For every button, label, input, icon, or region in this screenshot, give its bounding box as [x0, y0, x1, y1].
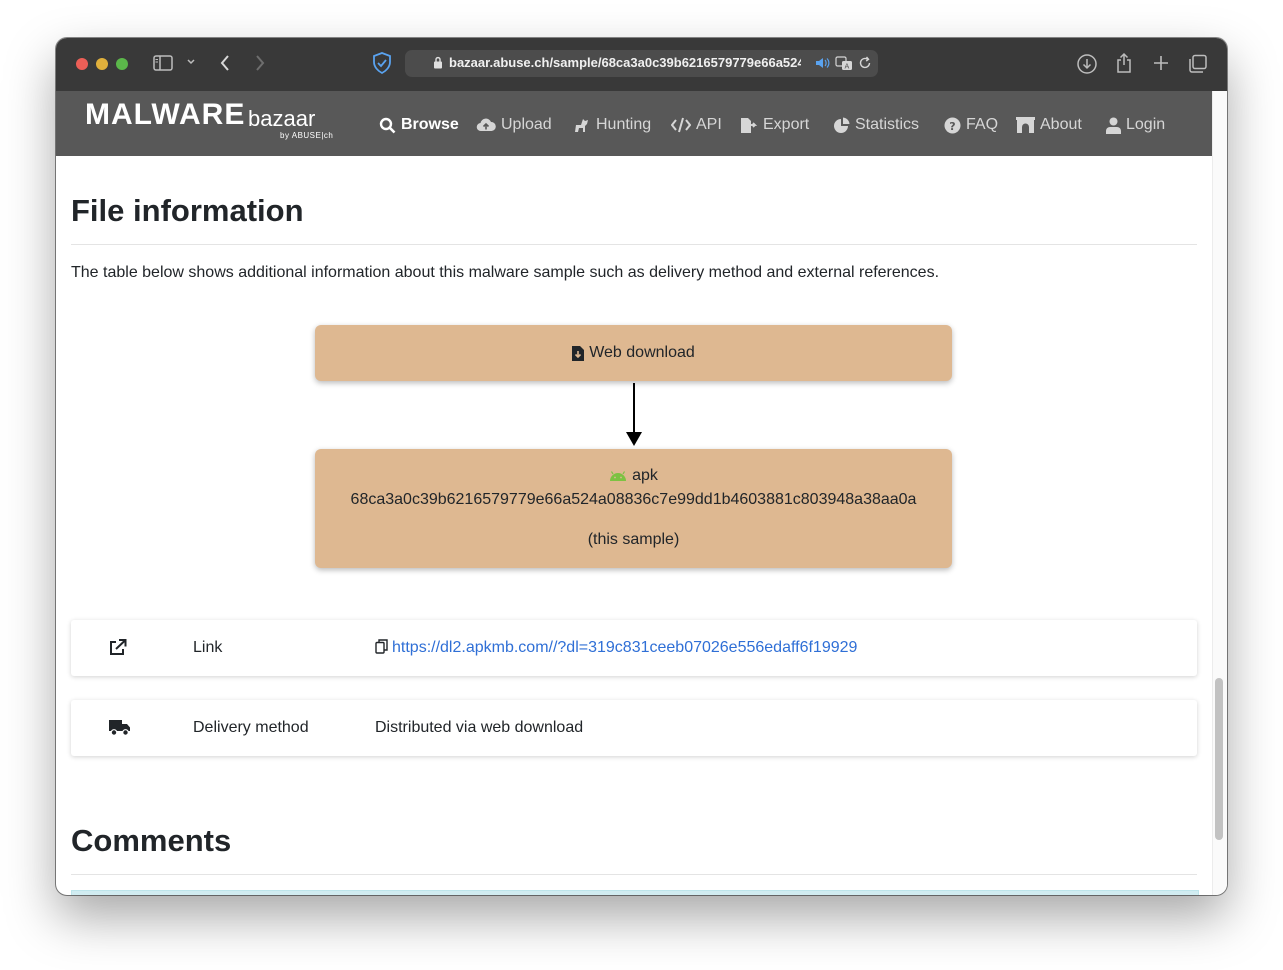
flow-arrow-line	[633, 383, 635, 435]
nav-about-label: About	[1040, 116, 1082, 133]
nav-browse-label: Browse	[401, 116, 459, 133]
browser-toolbar: bazaar.abuse.ch/sample/68ca3a0c39b621657…	[56, 38, 1227, 91]
site-header: MALWARE bazaar by ABUSE|ch Browse Upload…	[56, 91, 1212, 156]
sample-link[interactable]: https://dl2.apkmb.com//?dl=319c831ceeb07…	[392, 639, 857, 656]
nav-upload-label: Upload	[501, 116, 552, 133]
android-icon	[610, 470, 627, 481]
nav-browse[interactable]: Browse	[379, 114, 459, 136]
scrollbar-thumb[interactable]	[1215, 678, 1223, 840]
chevron-down-icon[interactable]	[186, 58, 196, 66]
pie-chart-icon	[834, 117, 850, 133]
info-row-delivery-method: Delivery method Distributed via web down…	[71, 700, 1197, 756]
info-row-label: Delivery method	[193, 719, 309, 736]
comments-alert	[71, 890, 1199, 895]
archway-icon	[1016, 117, 1035, 133]
divider	[71, 244, 1197, 245]
nav-faq[interactable]: ? FAQ	[944, 114, 998, 136]
nav-statistics[interactable]: Statistics	[833, 114, 919, 136]
flow-sample-type: apk	[632, 467, 658, 484]
flow-sample-note: (this sample)	[587, 531, 680, 548]
info-row-value: Distributed via web download	[375, 719, 584, 736]
info-row-link: Link https://dl2.apkmb.com//?dl=319c831c…	[71, 620, 1197, 676]
download-icon[interactable]	[1076, 53, 1098, 75]
comments-heading: Comments	[71, 823, 232, 858]
nav-export-label: Export	[763, 116, 810, 133]
plus-icon[interactable]	[1152, 54, 1170, 72]
reload-icon[interactable]	[858, 56, 872, 70]
svg-text:?: ?	[949, 120, 955, 133]
sidebar-icon[interactable]	[153, 55, 173, 71]
flow-source-label: Web download	[589, 344, 695, 361]
flow-arrow-head	[626, 432, 642, 446]
tabs-icon[interactable]	[1188, 54, 1208, 74]
browser-window: bazaar.abuse.ch/sample/68ca3a0c39b621657…	[56, 38, 1227, 895]
url-text: bazaar.abuse.ch/sample/68ca3a0c39b621657…	[449, 55, 801, 70]
nav-login[interactable]: Login	[1106, 114, 1165, 136]
info-row-label: Link	[193, 639, 223, 656]
back-icon[interactable]	[219, 54, 231, 72]
forward-icon[interactable]	[254, 54, 266, 72]
minimize-window-button[interactable]	[96, 58, 108, 70]
truck-icon	[109, 719, 131, 741]
nav-statistics-label: Statistics	[855, 116, 920, 133]
lock-icon	[433, 56, 443, 69]
nav-faq-label: FAQ	[966, 116, 999, 133]
nav-login-label: Login	[1126, 116, 1166, 133]
svg-text:A: A	[845, 63, 850, 71]
flow-sample-hash: 68ca3a0c39b6216579779e66a524a08836c7e99d…	[350, 491, 917, 508]
info-row-value: https://dl2.apkmb.com//?dl=319c831ceeb07…	[375, 639, 857, 657]
translate-icon[interactable]: A	[835, 56, 853, 71]
user-icon	[1106, 117, 1121, 134]
flow-sample-node: apk 68ca3a0c39b6216579779e66a524a08836c7…	[315, 449, 952, 568]
code-icon	[671, 117, 691, 133]
logo-main-text[interactable]: MALWARE	[85, 98, 245, 132]
address-bar[interactable]: bazaar.abuse.ch/sample/68ca3a0c39b621657…	[405, 50, 878, 77]
search-icon	[379, 117, 396, 133]
dog-icon	[575, 119, 588, 132]
logo-sub-text[interactable]: bazaar	[248, 106, 315, 132]
nav-export[interactable]: Export	[740, 114, 809, 136]
external-link-icon	[109, 639, 127, 661]
shield-icon[interactable]	[372, 52, 392, 74]
nav-api[interactable]: API	[671, 114, 722, 136]
file-download-icon	[572, 345, 585, 361]
speaker-icon[interactable]	[814, 56, 830, 70]
question-circle-icon: ?	[944, 117, 961, 133]
copy-icon[interactable]	[375, 639, 388, 654]
nav-api-label: API	[696, 116, 722, 133]
logo-by-text: by ABUSE|ch	[280, 131, 334, 140]
cloud-upload-icon	[476, 118, 496, 132]
nav-hunting-label: Hunting	[596, 116, 652, 133]
file-information-heading: File information	[71, 193, 304, 228]
file-information-description: The table below shows additional informa…	[71, 264, 940, 281]
zoom-window-button[interactable]	[116, 58, 128, 70]
nav-hunting[interactable]: Hunting	[573, 114, 651, 136]
file-export-icon	[741, 117, 758, 133]
close-window-button[interactable]	[76, 58, 88, 70]
flow-source-node: Web download	[315, 325, 952, 381]
nav-upload[interactable]: Upload	[476, 114, 552, 136]
divider	[71, 874, 1197, 875]
nav-about[interactable]: About	[1016, 114, 1082, 136]
share-icon[interactable]	[1115, 52, 1133, 74]
